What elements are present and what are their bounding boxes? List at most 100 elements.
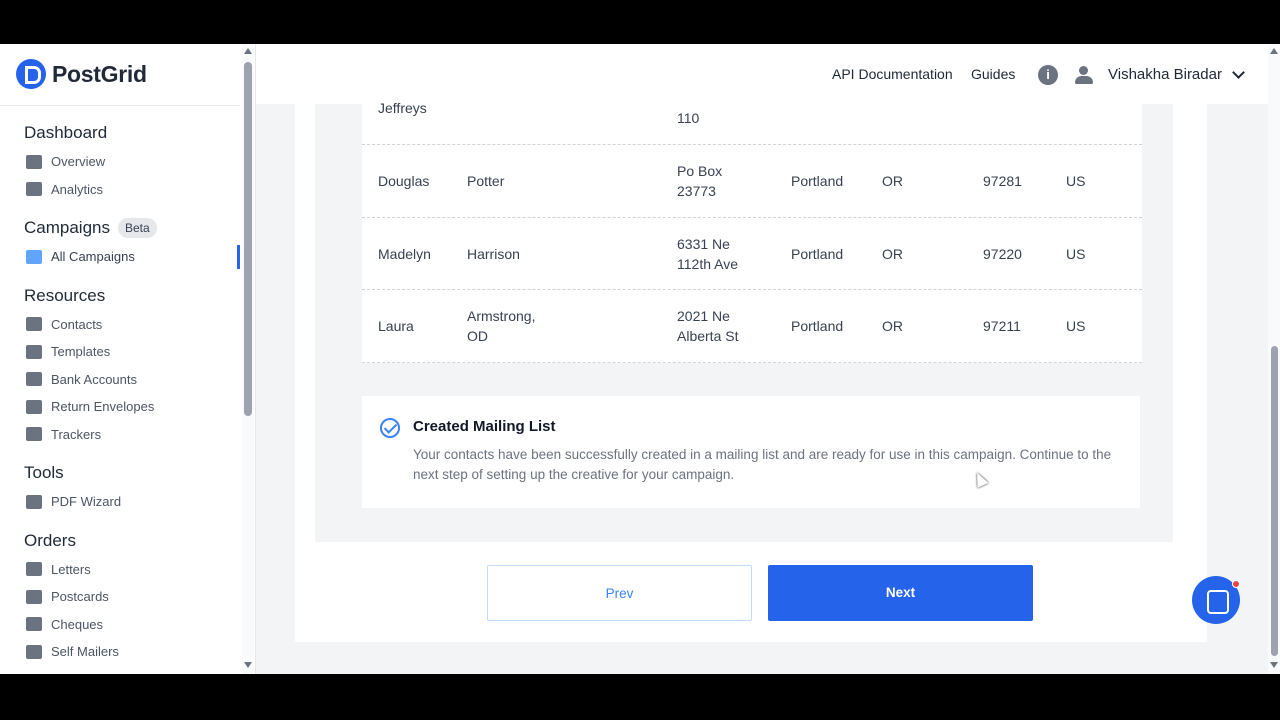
- sidebar-item-label: Trackers: [51, 426, 102, 442]
- chat-support-button[interactable]: [1192, 576, 1240, 624]
- cell-last: Potter: [467, 173, 505, 189]
- cell-state: OR: [882, 318, 903, 334]
- sidebar-item[interactable]: All Campaigns: [0, 243, 240, 271]
- beta-badge: Beta: [118, 218, 157, 238]
- sidebar: PostGrid Dashboard Overview Analytics Campa…: [0, 44, 256, 674]
- sidebar-item-label: Templates: [51, 344, 111, 360]
- sidebar-scroll-thumb[interactable]: [244, 62, 252, 416]
- section-title-label: Orders: [24, 530, 76, 550]
- cell-zip: 97211: [983, 318, 1021, 334]
- cell-country: US: [1066, 173, 1086, 189]
- cell-last: Armstrong, OD: [467, 308, 536, 344]
- logo-text: PostGrid: [52, 60, 147, 87]
- cell-address: 2021 Ne Alberta St: [677, 308, 739, 344]
- next-button[interactable]: Next: [768, 565, 1033, 621]
- prev-button[interactable]: Prev: [487, 565, 752, 621]
- contacts-table: Jeffreys 110 Douglas Potter Po Box 23773 Port…: [362, 100, 1142, 363]
- alert-title: Created Mailing List: [413, 418, 556, 435]
- alert-body: Your contacts have been successfully cre…: [413, 447, 1112, 482]
- cell-city: Portland: [791, 318, 844, 334]
- section-title-4: Orders: [0, 526, 240, 556]
- pdf-icon: [26, 494, 42, 509]
- cell-first: Douglas: [378, 173, 430, 189]
- table-row: Laura Armstrong, OD 2021 Ne Alberta St Port…: [362, 290, 1142, 363]
- cell-zip: 97220: [983, 245, 1022, 262]
- tracker-icon: [26, 427, 42, 442]
- cell-address: Po Box 23773: [677, 163, 723, 199]
- cell-country: US: [1066, 245, 1086, 262]
- chevron-down-icon[interactable]: [1232, 66, 1245, 79]
- mail-icon: [26, 249, 42, 264]
- scroll-down-arrow-icon[interactable]: [1270, 662, 1278, 668]
- sidebar-item[interactable]: Self Mailers: [0, 638, 240, 666]
- bank-icon: [26, 372, 42, 387]
- main-scrollbar[interactable]: [1268, 44, 1280, 674]
- section-title-label: Tools: [24, 463, 64, 482]
- sidebar-item-label: PDF Wizard: [51, 494, 122, 510]
- envelope-icon: [26, 399, 42, 414]
- sidebar-item[interactable]: Trackers: [0, 421, 240, 449]
- sidebar-item[interactable]: Bank Accounts: [0, 366, 240, 394]
- sidebar-item-label: Self Mailers: [51, 644, 119, 660]
- section-title-label: Dashboard: [24, 123, 108, 142]
- table-row: Jeffreys 110: [362, 100, 1142, 145]
- scroll-up-arrow-icon[interactable]: [244, 48, 252, 54]
- sidebar-item[interactable]: Letters: [0, 556, 240, 584]
- letter-icon: [26, 562, 42, 577]
- sidebar-item[interactable]: PDF Wizard: [0, 488, 240, 516]
- cell-address: 110: [677, 110, 700, 126]
- main-scroll-thumb[interactable]: [1271, 346, 1278, 656]
- logo[interactable]: PostGrid: [16, 58, 147, 90]
- table-row: Madelyn Harrison 6331 Ne 112th Ave Portland…: [362, 218, 1142, 290]
- scroll-up-arrow-icon[interactable]: [1270, 48, 1278, 54]
- scroll-down-arrow-icon[interactable]: [244, 662, 252, 668]
- sidebar-item-label: Overview: [51, 154, 106, 170]
- sidebar-item[interactable]: Return Envelopes: [0, 393, 240, 421]
- success-alert: Created Mailing List Your contacts have …: [362, 396, 1140, 508]
- notification-dot: [1232, 580, 1240, 588]
- self-mailer-icon: [26, 644, 42, 659]
- sidebar-item[interactable]: Overview: [0, 148, 240, 176]
- cell-address: 6331 Ne 112th Ave: [677, 235, 738, 272]
- sidebar-item-label: Analytics: [51, 181, 104, 197]
- section-title-label: Resources: [24, 285, 106, 305]
- sidebar-item-label: Postcards: [51, 589, 109, 605]
- section-title-label: Campaigns: [24, 218, 110, 237]
- sidebar-scrollbar[interactable]: [242, 44, 254, 674]
- guides-link[interactable]: Guides: [971, 66, 1015, 82]
- sidebar-item[interactable]: Postcards: [0, 583, 240, 611]
- user-avatar-icon[interactable]: [1074, 65, 1094, 85]
- sidebar-item[interactable]: Cheques: [0, 611, 240, 639]
- contacts-icon: [26, 317, 42, 332]
- check-circle-icon: [380, 418, 400, 438]
- sidebar-item-label: Letters: [51, 561, 91, 577]
- cell-state: OR: [882, 173, 903, 189]
- cell-zip: 97281: [983, 173, 1022, 189]
- cell-city: Portland: [791, 173, 844, 189]
- templates-icon: [26, 344, 42, 359]
- user-name[interactable]: Vishakha Biradar: [1108, 66, 1222, 83]
- home-icon: [26, 154, 42, 169]
- table-row: Douglas Potter Po Box 23773 Portland OR 97281…: [362, 145, 1142, 218]
- info-icon[interactable]: i: [1038, 65, 1058, 85]
- sidebar-item-label: All Campaigns: [51, 249, 135, 265]
- sidebar-item-label: Bank Accounts: [51, 371, 137, 387]
- section-title-3: Tools: [0, 458, 240, 488]
- postcard-icon: [26, 589, 42, 604]
- sidebar-nav: Dashboard Overview Analytics Campaigns Beta A…: [0, 118, 240, 666]
- cell-first: Madelyn: [378, 245, 431, 262]
- cheque-icon: [26, 617, 42, 632]
- sidebar-item[interactable]: Contacts: [0, 311, 240, 339]
- sidebar-item-label: Return Envelopes: [51, 399, 155, 415]
- sidebar-item[interactable]: Analytics: [0, 176, 240, 204]
- cell-last: Harrison: [467, 245, 520, 262]
- section-title-0: Dashboard: [0, 118, 240, 148]
- api-documentation-link[interactable]: API Documentation: [832, 66, 953, 82]
- sidebar-divider: [0, 105, 240, 106]
- sidebar-item-label: Cheques: [51, 616, 104, 632]
- sidebar-item[interactable]: Templates: [0, 338, 240, 366]
- sidebar-item-label: Contacts: [51, 316, 103, 332]
